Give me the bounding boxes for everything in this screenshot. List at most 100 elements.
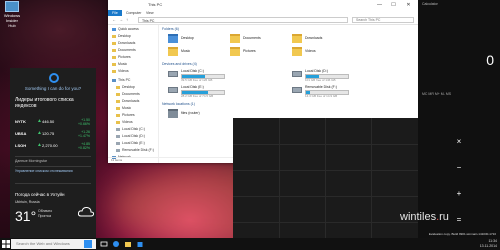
calculator-window[interactable]: Calculator 0 MC MR M+ M- MS × − + = xyxy=(418,0,500,238)
pictures-folder-icon xyxy=(230,47,240,56)
keypad-gridline xyxy=(279,118,280,238)
data-source-label: Данные Morningstar xyxy=(15,159,48,163)
stock-row[interactable]: UBSA ▲ 120.75 +1.26 +1.47% xyxy=(15,130,93,142)
nav-item-disk-d[interactable]: Local Disk (D:) xyxy=(116,134,145,139)
nav-label: Quick access xyxy=(118,27,139,31)
nav-item-pc-music[interactable]: Music xyxy=(116,106,131,111)
forward-arrow-icon[interactable]: → xyxy=(119,17,123,22)
star-icon xyxy=(112,27,116,31)
search-input[interactable] xyxy=(352,17,414,23)
stock-price: 120.75 xyxy=(42,131,55,136)
stock-change: +1.26 +1.47% xyxy=(78,130,90,138)
minimize-button[interactable]: — xyxy=(374,0,385,10)
nav-item-disk-f[interactable]: Removable Disk (F:) xyxy=(116,148,154,153)
nav-item-pc-videos[interactable]: Videos xyxy=(116,120,133,125)
calculator-keypad-area xyxy=(233,118,418,238)
store-icon[interactable] xyxy=(136,240,144,248)
nav-label: Documents xyxy=(118,48,136,52)
nav-item-pc-documents[interactable]: Documents xyxy=(116,92,140,97)
drive-e[interactable]: Local Disk (E:) 28.2 GB free of 74.5 GB xyxy=(168,85,228,99)
nav-item-disk-c[interactable]: Local Disk (C:) xyxy=(116,127,145,132)
nav-item-this-pc[interactable]: This PC xyxy=(112,78,130,83)
memory-row: MC MR M+ M- MS xyxy=(422,92,452,96)
watermark-text: wintiles xyxy=(400,211,437,223)
drive-d[interactable]: Local Disk (D:) 101 GB free of 146 GB xyxy=(292,69,352,83)
folder-icon xyxy=(112,62,116,66)
nav-item-pc-desktop[interactable]: Desktop xyxy=(116,85,135,90)
nav-item-disk-e[interactable]: Local Disk (E:) xyxy=(116,141,145,146)
folder-videos[interactable]: Videos xyxy=(292,47,342,59)
nav-item-music[interactable]: Music xyxy=(112,62,127,67)
nav-item-quick-access[interactable]: Quick access xyxy=(112,27,139,32)
folder-label: Desktop xyxy=(181,36,194,40)
cloud-icon xyxy=(78,206,94,217)
folder-music[interactable]: Music xyxy=(168,47,218,59)
close-button[interactable]: ✕ xyxy=(403,0,414,10)
folder-label: Documents xyxy=(243,36,261,40)
nav-item-pictures[interactable]: Pictures xyxy=(112,55,131,60)
keypad-gridline xyxy=(325,118,326,238)
folder-documents[interactable]: Documents xyxy=(230,34,280,46)
maximize-button[interactable]: ☐ xyxy=(388,0,399,10)
drive-space-text: 101 GB free of 146 GB xyxy=(305,78,336,82)
nav-item-pc-pictures[interactable]: Pictures xyxy=(116,113,135,118)
group-header-network[interactable]: Network locations (1) xyxy=(162,102,195,106)
subtract-key[interactable]: − xyxy=(449,158,469,178)
folder-label: Videos xyxy=(305,49,316,53)
nav-label: Videos xyxy=(122,120,133,124)
insider-hub-icon xyxy=(5,1,19,12)
drive-label: Local Disk (D:) xyxy=(305,69,328,73)
manage-watchlist-link[interactable]: Управление списком отслеживания xyxy=(15,169,73,173)
downloads-folder-icon xyxy=(292,34,302,43)
drive-c[interactable]: Local Disk (C:) 39.5 GB free of 126 GB xyxy=(168,69,228,83)
start-button-windows-icon[interactable] xyxy=(2,240,10,248)
nav-label: Music xyxy=(118,62,128,66)
stock-price: 2,270.00 xyxy=(42,143,58,148)
folder-label: Downloads xyxy=(305,36,323,40)
nav-label: Removable Disk (F:) xyxy=(122,148,154,152)
multiply-key[interactable]: × xyxy=(449,132,469,152)
network-location-item[interactable]: files (router) xyxy=(168,109,218,121)
divider xyxy=(15,156,91,157)
stock-name: NYTK xyxy=(15,119,26,124)
task-view-icon[interactable] xyxy=(100,240,108,248)
folder-icon xyxy=(116,92,120,96)
drive-label: Local Disk (C:) xyxy=(181,69,204,73)
add-key[interactable]: + xyxy=(449,184,469,204)
group-header-drives[interactable]: Devices and drives (4) xyxy=(162,62,197,66)
internet-explorer-icon[interactable] xyxy=(112,240,120,248)
microphone-icon[interactable] xyxy=(84,240,92,248)
group-header-folders[interactable]: Folders (6) xyxy=(162,27,179,31)
folder-label: Pictures xyxy=(243,49,256,53)
drive-f[interactable]: Removable Disk (F:) 14.3 GB free of 14.9… xyxy=(292,85,352,99)
desktop-icon-insider-hub[interactable]: Windows Insider Hub xyxy=(2,1,22,28)
up-arrow-icon[interactable]: ↑ xyxy=(126,17,128,22)
equals-key[interactable]: = xyxy=(449,210,469,230)
folder-downloads[interactable]: Downloads xyxy=(292,34,342,46)
folder-label: Music xyxy=(181,49,191,53)
keypad-gridline xyxy=(371,118,372,238)
folder-pictures[interactable]: Pictures xyxy=(230,47,280,59)
system-tray-clock[interactable]: 11:34 13.11.2014 xyxy=(480,239,497,249)
stock-row[interactable]: NYTK ▲ 446.50 +1.50 +0.66% xyxy=(15,118,93,130)
file-explorer-taskbar-icon[interactable] xyxy=(124,240,132,248)
nav-item-downloads[interactable]: Downloads xyxy=(112,41,135,46)
back-arrow-icon[interactable]: ← xyxy=(112,17,116,22)
nav-label: Downloads xyxy=(122,99,140,103)
folder-desktop[interactable]: Desktop xyxy=(168,34,218,46)
nav-label: Local Disk (E:) xyxy=(122,141,145,145)
nav-item-documents[interactable]: Documents xyxy=(112,48,136,53)
stocks-heading: Лидеры итогового списка индексов xyxy=(15,97,74,109)
nav-label: Videos xyxy=(118,69,129,73)
stock-price: 446.50 xyxy=(42,119,55,124)
calculator-display: 0 xyxy=(486,52,494,68)
weather-location: Ukhtuin, Russia xyxy=(15,200,40,204)
address-bar[interactable]: This PC xyxy=(138,17,348,23)
nav-label: Downloads xyxy=(118,41,136,45)
nav-item-videos[interactable]: Videos xyxy=(112,69,129,74)
nav-item-desktop[interactable]: Desktop xyxy=(112,34,131,39)
nav-item-pc-downloads[interactable]: Downloads xyxy=(116,99,139,104)
videos-folder-icon xyxy=(292,47,302,56)
stock-row[interactable]: LSOH ▲ 2,270.00 +4.85 +0.82% xyxy=(15,142,93,154)
navigation-pane: Quick access Desktop Downloads Documents… xyxy=(108,25,159,163)
